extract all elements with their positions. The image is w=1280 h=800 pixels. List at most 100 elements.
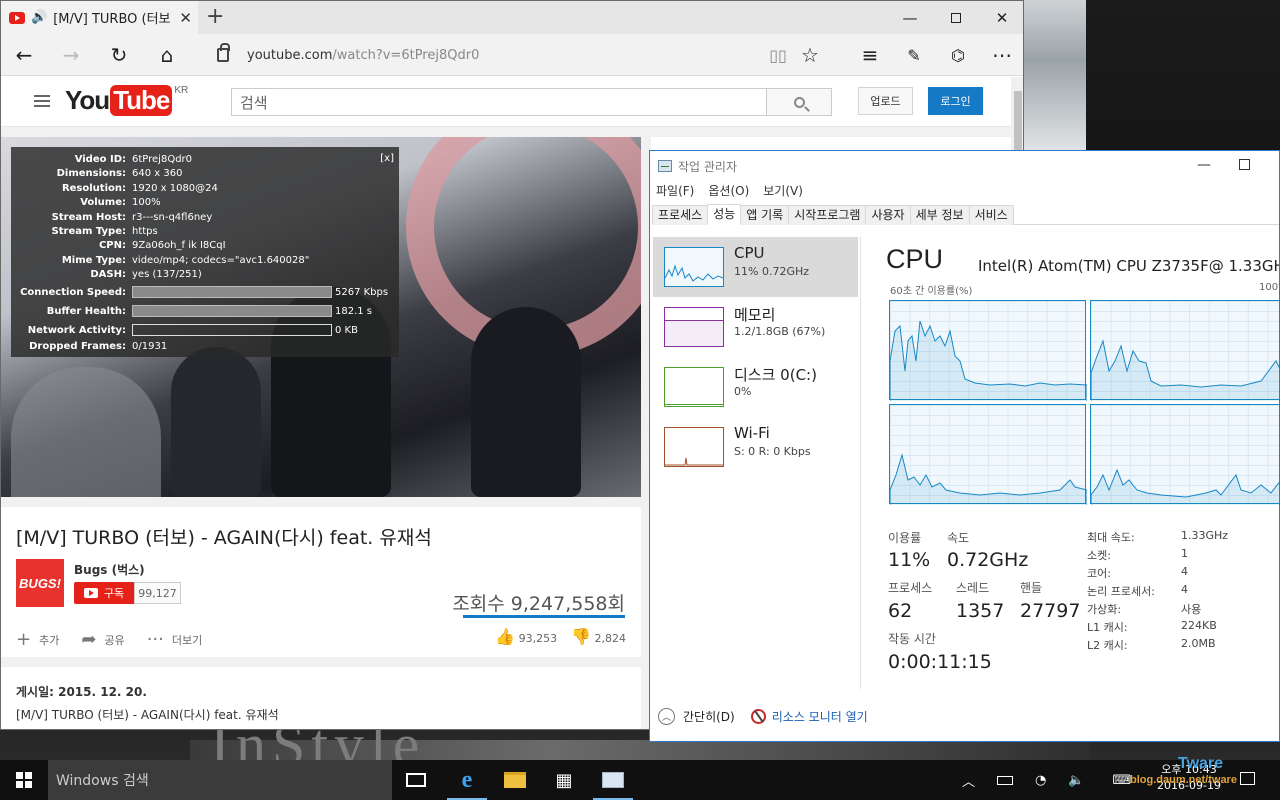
tab-users[interactable]: 사용자 [865, 205, 911, 225]
perf-item-memory[interactable]: 메모리 1.2/1.8GB (67%) [653, 297, 858, 357]
web-note-icon[interactable]: ✎ [899, 42, 929, 68]
speed-value: 0.72GHz [947, 549, 1029, 571]
login-button[interactable]: 로그인 [928, 87, 983, 115]
thread-value: 1357 [956, 600, 1005, 622]
menu-icon[interactable] [34, 95, 50, 107]
speed-label: 속도 [947, 531, 970, 545]
close-tab-icon[interactable]: ✕ [179, 9, 192, 27]
back-arrow-icon[interactable]: ← [9, 42, 39, 68]
perf-item-cpu[interactable]: CPU 11% 0.72GHz [653, 237, 858, 297]
perf-header: CPU [886, 244, 944, 274]
scrollbar-thumb[interactable] [1014, 91, 1022, 151]
tab-performance[interactable]: 성능 [707, 204, 742, 225]
stats-key: Network Activity: [27, 324, 126, 336]
forward-arrow-icon[interactable]: → [56, 42, 86, 68]
store-icon[interactable]: ▦ [540, 760, 588, 800]
search-input[interactable]: 검색 [231, 88, 767, 116]
spec-value: 4 [1181, 583, 1188, 596]
tab-app-history[interactable]: 앱 기록 [740, 205, 790, 225]
video-title: [M/V] TURBO (터보) - AGAIN(다시) feat. 유재석 [16, 527, 432, 549]
menu-options[interactable]: 옵션(O) [708, 182, 749, 199]
add-to-button[interactable]: + 추가 [16, 629, 59, 650]
chevron-up-icon: ︿ [658, 708, 675, 725]
action-label: 더보기 [171, 633, 203, 647]
browser-tab[interactable]: 🔊 [M/V] TURBO (터보 ✕ [1, 1, 198, 34]
search-button[interactable] [766, 88, 832, 116]
fewer-details-button[interactable]: ︿ 간단히(D) [658, 708, 735, 725]
task-view-icon[interactable] [392, 760, 440, 800]
watermark-title: Tware [1178, 755, 1224, 772]
share-icon[interactable]: ⌬ [943, 42, 973, 68]
reading-view-icon[interactable]: ▯▯ [763, 42, 793, 68]
spec-label: 논리 프로세서: [1087, 585, 1155, 598]
menu-file[interactable]: 파일(F) [656, 182, 694, 199]
subscribe-label: 구독 [103, 587, 125, 600]
resource-monitor-link[interactable]: 리소스 모니터 열기 [750, 708, 868, 725]
publish-date: 게시일: 2015. 12. 20. [16, 685, 147, 699]
share-button[interactable]: ➦ 공유 [81, 629, 124, 650]
speaker-icon[interactable]: 🔊 [31, 10, 47, 25]
more-icon[interactable]: ⋯ [987, 42, 1017, 68]
tab-processes[interactable]: 프로세스 [652, 205, 709, 225]
refresh-icon[interactable]: ↻ [104, 42, 134, 68]
volume-icon[interactable]: 🔈 [1068, 773, 1084, 788]
home-icon[interactable]: ⌂ [152, 42, 182, 68]
new-tab-icon[interactable]: + [206, 5, 224, 29]
close-window-button[interactable]: ✕ [979, 1, 1023, 34]
dislike-button[interactable]: 👎 2,824 [571, 627, 626, 646]
spec-label: 소켓: [1087, 549, 1111, 562]
stats-key: Video ID: [74, 154, 126, 165]
process-label: 프로세스 [888, 581, 933, 595]
tab-services[interactable]: 서비스 [968, 205, 1014, 225]
channel-name[interactable]: Bugs (벅스) [74, 561, 145, 578]
wifi-icon[interactable]: ◔ [1035, 773, 1046, 788]
perf-item-wifi[interactable]: Wi-Fi S: 0 R: 0 Kbps [653, 417, 858, 477]
stats-value: video/mp4; codecs="avc1.640028" [132, 254, 310, 266]
menu-view[interactable]: 보기(V) [763, 182, 803, 199]
perf-item-disk[interactable]: 디스크 0(C:) 0% [653, 357, 858, 417]
tab-startup[interactable]: 시작프로그램 [788, 205, 867, 225]
action-center-icon[interactable] [1240, 772, 1255, 785]
wallpaper-text: InStyle [210, 725, 426, 760]
more-button[interactable]: ··· 더보기 [147, 629, 203, 650]
core-graph-3 [889, 404, 1087, 505]
perf-item-name: Wi-Fi [734, 424, 770, 442]
maximize-button[interactable] [1239, 159, 1250, 170]
chevron-up-icon[interactable]: ︿ [962, 771, 975, 790]
youtube-logo[interactable]: You Tube KR [65, 85, 188, 116]
battery-icon[interactable] [997, 775, 1014, 785]
start-button[interactable] [0, 760, 48, 800]
favorite-star-icon[interactable]: ☆ [795, 42, 825, 68]
uptime-value: 0:00:11:15 [888, 651, 992, 673]
tab-details[interactable]: 세부 정보 [909, 205, 970, 225]
cpu-sparkline [664, 247, 724, 287]
taskbar-search-box[interactable]: Windows 검색 [48, 760, 392, 800]
stats-bar [132, 285, 332, 298]
spec-label: 코어: [1087, 567, 1111, 580]
video-frame-shape [11, 367, 161, 497]
wifi-sparkline [664, 427, 724, 467]
perf-item-value: S: 0 R: 0 Kbps [734, 445, 811, 458]
task-manager-taskbar-icon[interactable] [589, 760, 637, 800]
stats-close-button[interactable]: [x] [380, 153, 394, 164]
taskbar: Windows 검색 e ▦ ︿ ◔ 🔈 ⌨ 오후 10:43 2016-09-… [0, 760, 1280, 800]
keyboard-icon[interactable]: ⌨ [1113, 773, 1132, 788]
stats-value: 182.1 s [335, 305, 373, 317]
stats-value: 6tPrej8Qdr0 [132, 154, 193, 165]
channel-avatar[interactable]: BUGS! [16, 559, 64, 607]
hub-icon[interactable]: ≡ [855, 42, 885, 68]
stats-bar-row: Connection Speed: 5267 Kbps [11, 283, 399, 302]
like-button[interactable]: 👍 93,253 [495, 627, 557, 646]
window-title: 작업 관리자 [678, 159, 738, 174]
address-bar[interactable]: youtube.com/watch?v=6tPrej8Qdr0 [207, 40, 747, 70]
edge-browser-icon[interactable]: e [443, 760, 491, 800]
file-explorer-icon[interactable] [491, 760, 539, 800]
spec-label: 최대 속도: [1087, 531, 1135, 544]
perf-item-name: 디스크 0(C:) [734, 366, 817, 384]
upload-button[interactable]: 업로드 [858, 87, 913, 115]
maximize-button[interactable] [933, 1, 979, 34]
subscribe-button[interactable]: 구독 [74, 582, 134, 604]
like-ratio-bar [463, 615, 625, 618]
minimize-button[interactable]: — [887, 1, 933, 34]
minimize-button[interactable]: — [1197, 157, 1211, 173]
